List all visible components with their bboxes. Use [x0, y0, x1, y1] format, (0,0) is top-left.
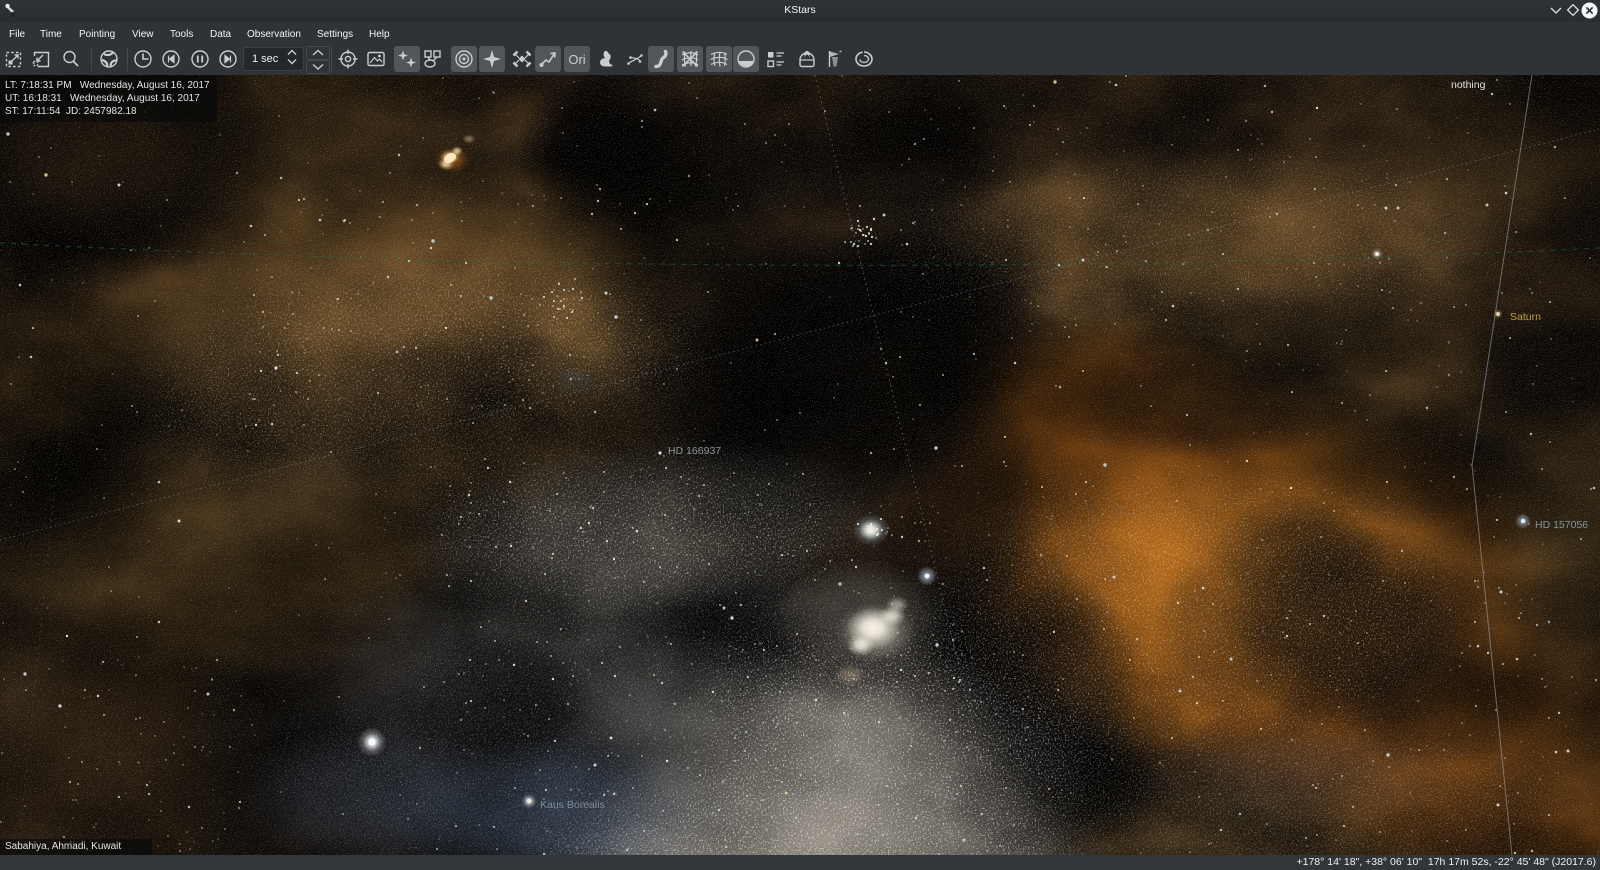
svg-text:Ori: Ori [568, 52, 585, 67]
